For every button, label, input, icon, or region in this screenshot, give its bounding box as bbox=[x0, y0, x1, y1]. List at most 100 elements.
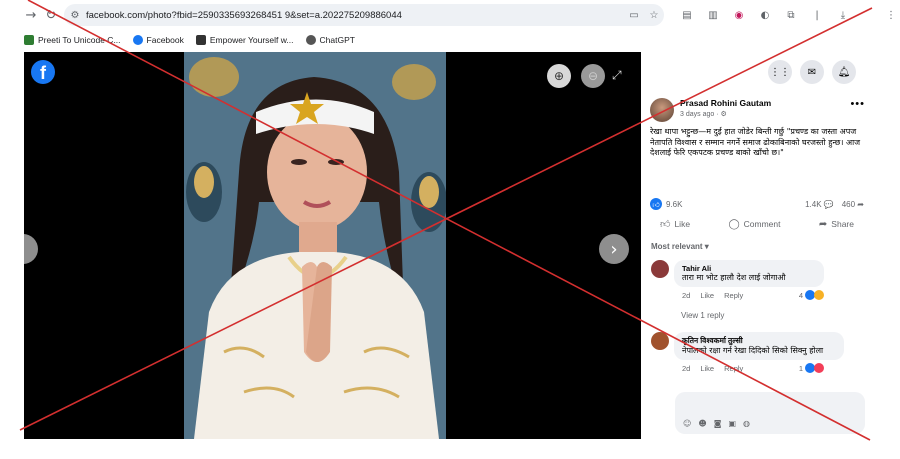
extensions-bar: ▤ ▥ ◉ ◐ ⧉ | ⤓ ⋮ bbox=[676, 5, 900, 25]
comment-reactions[interactable]: 1 bbox=[799, 363, 824, 373]
comment-sort-dropdown[interactable]: Most relevant ▾ bbox=[651, 242, 709, 251]
url-text: facebook.com/photo?fbid=2590335693268451… bbox=[86, 9, 402, 21]
separator: | bbox=[815, 9, 819, 21]
post-caption: रेखा थापा भट्टुन्छ—म दुई हात जोडेर बिन्त… bbox=[650, 127, 861, 157]
post-photo[interactable] bbox=[184, 52, 446, 439]
extension-icon[interactable]: ◐ bbox=[754, 5, 776, 25]
comment-like-button[interactable]: Like bbox=[700, 364, 714, 373]
write-comment-input[interactable]: ☺ ☻ ◙ ▣ ◍ bbox=[675, 392, 865, 434]
photo-illustration bbox=[184, 52, 446, 439]
gif-icon[interactable]: ▣ bbox=[728, 419, 736, 428]
share-button[interactable]: ➦ Share bbox=[819, 218, 854, 230]
bookmark-label: Facebook bbox=[146, 35, 184, 45]
expand-icon[interactable]: ⤢ bbox=[612, 68, 622, 83]
like-label: Like bbox=[674, 219, 691, 229]
comment-label: Comment bbox=[743, 219, 781, 229]
haha-reaction-icon bbox=[814, 290, 824, 300]
notifications-bell-icon[interactable]: 🔔︎ bbox=[832, 60, 856, 84]
bookmark-favicon-icon bbox=[195, 35, 206, 45]
commenter-name[interactable]: कृतिन विश्वकर्मा तुल्सी bbox=[682, 336, 836, 346]
comment-time[interactable]: 2d bbox=[682, 364, 690, 373]
zoom-out-icon[interactable]: ⊖ bbox=[581, 64, 605, 88]
avatar-sticker-icon[interactable]: ◍ bbox=[743, 419, 750, 428]
puzzle-icon[interactable]: ⧉ bbox=[780, 5, 802, 25]
extension-icon[interactable]: ◉ bbox=[728, 5, 750, 25]
comment-count[interactable]: 1.4K 💬 bbox=[805, 200, 834, 209]
comment-item: Tahir Ali तारा मा भोट हालौ देश लाई जोगाऔ… bbox=[651, 260, 824, 300]
photo-viewer: f ⊕ ⊖ ⤢ › bbox=[24, 52, 641, 439]
bookmark-label: Preeti To Unicode C... bbox=[38, 35, 121, 45]
avatar[interactable] bbox=[650, 98, 674, 122]
reaction-summary: 👍︎ 9.6K 1.4K 💬 460 ➦ bbox=[650, 198, 864, 210]
extension-icon[interactable]: ▤ bbox=[676, 5, 698, 25]
screenshot: → ↻ ⚙ facebook.com/photo?fbid=2590335693… bbox=[0, 0, 900, 459]
comment-button[interactable]: ◯ Comment bbox=[728, 218, 780, 230]
facebook-favicon-icon bbox=[132, 35, 143, 45]
comment-reaction-count: 4 bbox=[798, 290, 803, 300]
like-button[interactable]: 👍︎ Like bbox=[660, 218, 690, 230]
previous-photo-button[interactable] bbox=[24, 234, 38, 264]
avatar[interactable] bbox=[651, 260, 669, 278]
comment-like-button[interactable]: Like bbox=[700, 291, 714, 300]
comment-text: तारा मा भोट हालौ देश लाई जोगाऔ bbox=[682, 273, 786, 282]
chevron-right-icon: › bbox=[610, 238, 618, 260]
thumbs-up-icon: 👍︎ bbox=[660, 219, 671, 230]
speech-bubble-icon: ◯ bbox=[728, 218, 740, 230]
extension-icon[interactable]: ▥ bbox=[702, 5, 724, 25]
more-options-icon[interactable]: ••• bbox=[850, 98, 865, 110]
bookmark-item[interactable]: Preeti To Unicode C... bbox=[24, 35, 121, 45]
emoji-icon[interactable]: ☻ bbox=[698, 419, 706, 428]
address-bar[interactable]: ⚙ facebook.com/photo?fbid=25903356932684… bbox=[64, 4, 664, 26]
comment-reply-button[interactable]: Reply bbox=[724, 291, 743, 300]
commenter-name[interactable]: Tahir Ali bbox=[682, 264, 816, 273]
bookmark-label: ChatGPT bbox=[319, 35, 355, 45]
share-label: Share bbox=[831, 219, 854, 229]
panel-header-icons: ⋮⋮ ✉ 🔔︎ bbox=[768, 60, 856, 84]
comment-time[interactable]: 2d bbox=[682, 291, 690, 300]
avatar[interactable] bbox=[651, 332, 669, 350]
share-arrow-icon: ➦ bbox=[818, 218, 828, 230]
bookmark-item[interactable]: ChatGPT bbox=[305, 35, 355, 45]
bookmark-favicon-icon bbox=[24, 35, 34, 45]
reaction-count[interactable]: 9.6K bbox=[666, 200, 682, 209]
comment-bubble: Tahir Ali तारा मा भोट हालौ देश लाई जोगाऔ bbox=[674, 260, 824, 287]
forward-icon[interactable]: → bbox=[20, 4, 42, 26]
post-actions: 👍︎ Like ◯ Comment ➦ Share bbox=[650, 218, 864, 231]
bookmark-star-icon[interactable]: ☆ bbox=[644, 10, 664, 21]
camera-icon[interactable]: ◙ bbox=[714, 419, 722, 428]
messenger-icon[interactable]: ✉ bbox=[800, 60, 824, 84]
comment-bubble: कृतिन विश्वकर्मा तुल्सी नेपालको रक्षा गर… bbox=[674, 332, 844, 360]
post-side-panel: ⋮⋮ ✉ 🔔︎ Prasad Rohini Gautam 3 days ago … bbox=[641, 52, 872, 439]
share-count[interactable]: 460 ➦ bbox=[842, 200, 864, 209]
menu-grid-icon[interactable]: ⋮⋮ bbox=[768, 60, 792, 84]
cast-icon[interactable]: ▭ bbox=[624, 10, 644, 21]
site-info-icon[interactable]: ⚙ bbox=[64, 10, 86, 21]
reload-icon[interactable]: ↻ bbox=[40, 4, 62, 26]
chatgpt-favicon-icon bbox=[305, 35, 316, 45]
bookmark-label: Empower Yourself w... bbox=[209, 35, 294, 45]
comment-text: नेपालको रक्षा गर्न रेखा दिदिको सिको सिक्… bbox=[682, 346, 824, 355]
zoom-in-icon[interactable]: ⊕ bbox=[547, 64, 571, 88]
comment-reply-button[interactable]: Reply bbox=[724, 364, 743, 373]
comment-meta: 2d Like Reply 4 bbox=[674, 290, 824, 300]
post-author: Prasad Rohini Gautam 3 days ago · ⚙ ••• bbox=[650, 98, 865, 122]
like-reaction-icon[interactable]: 👍︎ bbox=[650, 198, 662, 210]
author-name[interactable]: Prasad Rohini Gautam bbox=[680, 98, 771, 108]
bookmark-item[interactable]: Empower Yourself w... bbox=[195, 35, 294, 45]
view-replies-link[interactable]: View 1 reply bbox=[681, 311, 724, 320]
sticker-icon[interactable]: ☺ bbox=[683, 419, 691, 428]
download-icon[interactable]: ⤓ bbox=[832, 5, 854, 25]
bookmarks-bar: Preeti To Unicode C... Facebook Empower … bbox=[0, 30, 900, 50]
menu-icon[interactable]: ⋮ bbox=[880, 5, 900, 25]
browser-toolbar: → ↻ ⚙ facebook.com/photo?fbid=2590335693… bbox=[0, 0, 900, 30]
comment-item: कृतिन विश्वकर्मा तुल्सी नेपालको रक्षा गर… bbox=[651, 332, 844, 373]
post-timestamp[interactable]: 3 days ago · ⚙ bbox=[680, 110, 771, 118]
comment-reaction-count: 1 bbox=[798, 363, 803, 373]
next-photo-button[interactable]: › bbox=[599, 234, 629, 264]
facebook-logo-icon[interactable]: f bbox=[31, 60, 55, 84]
comment-reactions[interactable]: 4 bbox=[799, 290, 824, 300]
bookmark-item[interactable]: Facebook bbox=[132, 35, 184, 45]
comment-composer-icons: ☺ ☻ ◙ ▣ ◍ bbox=[683, 419, 750, 428]
comment-meta: 2d Like Reply 1 bbox=[674, 363, 824, 373]
love-reaction-icon bbox=[814, 363, 824, 373]
